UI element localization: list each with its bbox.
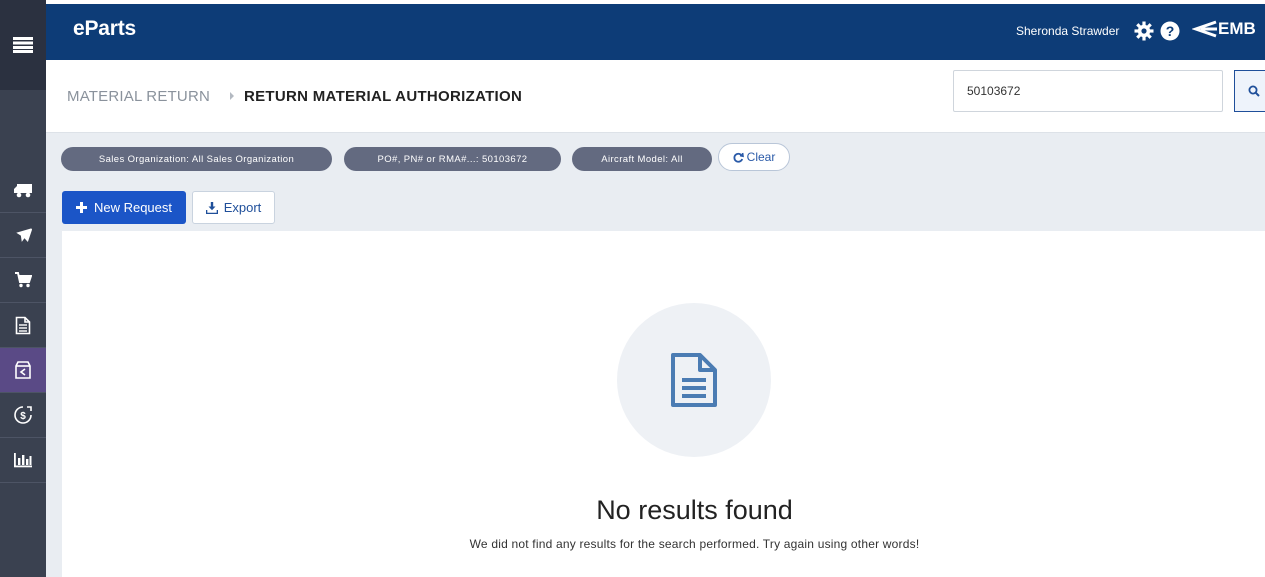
- sidebar-item-material-return[interactable]: [0, 348, 46, 393]
- breadcrumb-material-return[interactable]: MATERIAL RETURN: [67, 88, 210, 105]
- return-box-icon: [15, 361, 31, 379]
- new-request-label: New Request: [93, 200, 173, 215]
- help-icon[interactable]: ?: [1160, 21, 1180, 41]
- sidebar: $: [0, 0, 46, 577]
- embraer-logo-mark-icon: [1192, 20, 1217, 38]
- page-header: MATERIAL RETURN RETURN MATERIAL AUTHORIZ…: [46, 60, 1265, 133]
- download-icon: [205, 201, 218, 214]
- empty-state-message: We did not find any results for the sear…: [469, 537, 920, 551]
- document-icon: [15, 316, 31, 334]
- sidebar-item-aircraft[interactable]: [0, 213, 46, 258]
- hamburger-menu-button[interactable]: [0, 0, 46, 90]
- embraer-logo: EMB: [1192, 19, 1256, 39]
- search-button[interactable]: [1234, 70, 1265, 112]
- sidebar-item-documents[interactable]: [0, 303, 46, 348]
- topbar-edge: [46, 0, 1265, 4]
- cart-icon: [15, 272, 32, 288]
- gear-icon[interactable]: [1134, 21, 1154, 41]
- sidebar-item-reports[interactable]: [0, 438, 46, 483]
- svg-text:$: $: [20, 411, 26, 422]
- export-label: Export: [223, 200, 262, 215]
- search-icon: [1248, 85, 1260, 97]
- logo-text: EMB: [1218, 19, 1256, 38]
- search-input[interactable]: [953, 70, 1223, 112]
- page-title: RETURN MATERIAL AUTHORIZATION: [244, 88, 523, 105]
- plus-icon: [75, 202, 87, 213]
- document-icon: [671, 353, 717, 407]
- dollar-icon: $: [14, 406, 32, 424]
- refresh-icon: [733, 152, 744, 163]
- filter-chip-search-term[interactable]: PO#, PN# or RMA#...: 50103672: [344, 147, 561, 171]
- sidebar-item-cart[interactable]: [0, 258, 46, 303]
- svg-text:?: ?: [1166, 23, 1175, 39]
- new-request-button[interactable]: New Request: [62, 191, 186, 224]
- hamburger-icon: [13, 37, 33, 53]
- chevron-right-icon: [230, 92, 234, 100]
- empty-state-illustration: [617, 303, 771, 457]
- export-button[interactable]: Export: [192, 191, 275, 224]
- sidebar-item-finance[interactable]: $: [0, 393, 46, 438]
- clear-filters-button[interactable]: Clear: [718, 143, 790, 171]
- empty-state-title: No results found: [596, 495, 793, 525]
- airplane-icon: [16, 228, 32, 242]
- truck-icon: [14, 183, 32, 197]
- user-name[interactable]: Sheronda Strawder: [1016, 24, 1119, 38]
- filter-chip-sales-organization[interactable]: Sales Organization: All Sales Organizati…: [61, 147, 332, 171]
- clear-label: Clear: [746, 150, 776, 164]
- sidebar-item-logistics[interactable]: [0, 168, 46, 213]
- filter-chip-aircraft-model[interactable]: Aircraft Model: All: [572, 147, 712, 171]
- top-navigation-bar: eParts Sheronda Strawder ? EMB: [46, 0, 1265, 60]
- bar-chart-icon: [14, 453, 32, 468]
- app-brand[interactable]: eParts: [73, 17, 136, 41]
